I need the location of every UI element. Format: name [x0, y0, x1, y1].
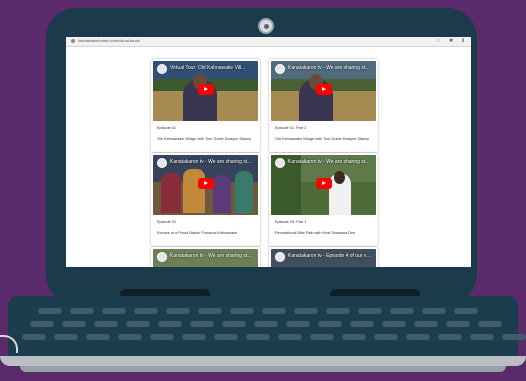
- keyboard-key: [62, 321, 86, 327]
- keyboard-key: [118, 334, 142, 340]
- keyboard-key: [158, 321, 182, 327]
- video-thumbnail[interactable]: Kanatakaron tv - We are sharing stories …: [271, 61, 376, 121]
- episode-title: Echoes of a Proud Nation Powwow Kahnawak…: [157, 231, 238, 235]
- episode-label: Episode 01: Part 2: [275, 126, 307, 130]
- channel-logo-icon: [157, 252, 167, 262]
- video-thumbnail[interactable]: Kanatakaron tv - We are sharing stories …: [271, 155, 376, 215]
- keyboard-key: [214, 334, 238, 340]
- laptop-front-edge: [0, 356, 526, 366]
- video-card[interactable]: Kanatakaron tv - We are sharing stories …: [269, 59, 378, 152]
- keyboard-key: [254, 321, 278, 327]
- keyboard-key: [278, 334, 302, 340]
- keyboard-key: [414, 321, 438, 327]
- keyboard-key: [134, 308, 158, 314]
- keyboard-key: [470, 334, 494, 340]
- video-title: Kanatakaron tv - We are sharing stories …: [170, 159, 254, 165]
- video-thumbnail[interactable]: Kanatakaron tv - We are sharing stories …: [153, 155, 258, 215]
- keyboard-key: [350, 321, 374, 327]
- keyboard-key: [70, 308, 94, 314]
- keyboard-key: [310, 334, 334, 340]
- keyboard-key: [318, 321, 342, 327]
- channel-logo-icon: [275, 158, 285, 168]
- video-card[interactable]: Kanatakaron tv - We are sharing stories …: [151, 153, 260, 246]
- keyboard-key: [286, 321, 310, 327]
- keyboard-key: [150, 334, 174, 340]
- video-card[interactable]: Kanatakaron tv - We are sharing stories …: [269, 153, 378, 246]
- lock-icon: [71, 39, 75, 43]
- episode-label: Episode 03: Part 1: [275, 220, 307, 224]
- keyboard-key: [294, 308, 318, 314]
- video-title: Kanatakaron tv - We are sharing stories …: [170, 253, 254, 259]
- laptop-shadow: [20, 366, 506, 372]
- video-thumbnail[interactable]: Kanatakaron tv - Episode 4 of our virtua…: [271, 249, 376, 267]
- keyboard-key: [22, 334, 46, 340]
- keyboard-key: [406, 334, 430, 340]
- keyboard-key: [326, 308, 350, 314]
- keyboard-key: [246, 334, 270, 340]
- channel-logo-icon: [275, 252, 285, 262]
- keyboard-key: [438, 334, 462, 340]
- keyboard-key: [182, 334, 206, 340]
- extension-icon[interactable]: ✱: [449, 38, 453, 44]
- keyboard-key: [374, 334, 398, 340]
- keyboard-key: [126, 321, 150, 327]
- episode-title: Old Kahnawake Village with Tour Guide Dw…: [157, 137, 251, 141]
- keyboard-key: [454, 308, 478, 314]
- episode-title: Recreational Bike Path with Host Shawana…: [275, 231, 356, 235]
- download-icon[interactable]: ⬇: [461, 38, 465, 44]
- keyboard-key: [422, 308, 446, 314]
- keyboard-key: [198, 308, 222, 314]
- keyboard-key: [478, 321, 502, 327]
- browser-address-bar[interactable]: kahnawakebutter.com/virtual-tours/ ☆ ✱ ⬇: [66, 37, 471, 47]
- laptop-screen: kahnawakebutter.com/virtual-tours/ ☆ ✱ ⬇…: [66, 37, 471, 267]
- keyboard-key: [190, 321, 214, 327]
- play-button-icon[interactable]: [198, 178, 214, 189]
- keyboard-key: [262, 308, 286, 314]
- keyboard-key: [342, 334, 366, 340]
- keyboard-key: [86, 334, 110, 340]
- channel-logo-icon: [275, 64, 285, 74]
- keyboard-key: [166, 308, 190, 314]
- keyboard-deck: [8, 296, 526, 356]
- keyboard-key: [54, 334, 78, 340]
- video-title: Virtual Tour: Old Kahnawake Vill...: [170, 65, 246, 71]
- video-card[interactable]: Kanatakaron tv - Episode 4 of our virtua…: [269, 247, 378, 267]
- episode-label: Episode 02: [157, 220, 176, 224]
- webcam-icon: [258, 18, 274, 34]
- video-card[interactable]: Virtual Tour: Old Kahnawake Vill... Epis…: [151, 59, 260, 152]
- video-thumbnail[interactable]: Kanatakaron tv - We are sharing stories …: [153, 249, 258, 267]
- keyboard-key: [502, 334, 526, 340]
- keyboard-key: [102, 308, 126, 314]
- play-button-icon[interactable]: [316, 178, 332, 189]
- video-title: Kanatakaron tv - Episode 4 of our virtua…: [288, 253, 372, 259]
- channel-logo-icon: [157, 64, 167, 74]
- channel-logo-icon: [157, 158, 167, 168]
- keyboard-key: [446, 321, 470, 327]
- video-title: Kanatakaron tv - We are sharing stories …: [288, 159, 372, 165]
- keyboard-key: [222, 321, 246, 327]
- play-button-icon[interactable]: [198, 84, 214, 95]
- video-title: Kanatakaron tv - We are sharing stories …: [288, 65, 372, 71]
- play-button-icon[interactable]: [316, 84, 332, 95]
- video-thumbnail[interactable]: Virtual Tour: Old Kahnawake Vill...: [153, 61, 258, 121]
- keyboard-key: [390, 308, 414, 314]
- keyboard-key: [382, 321, 406, 327]
- video-card[interactable]: Kanatakaron tv - We are sharing stories …: [151, 247, 260, 267]
- episode-label: Episode 01: [157, 126, 176, 130]
- star-icon[interactable]: ☆: [436, 38, 440, 44]
- keyboard-key: [94, 321, 118, 327]
- url-text[interactable]: kahnawakebutter.com/virtual-tours/: [78, 38, 140, 43]
- keyboard-key: [230, 308, 254, 314]
- episode-title: Old Kahnawake Village with Tour Guide Dw…: [275, 137, 369, 141]
- keyboard-key: [38, 308, 62, 314]
- keyboard-key: [30, 321, 54, 327]
- keyboard-key: [358, 308, 382, 314]
